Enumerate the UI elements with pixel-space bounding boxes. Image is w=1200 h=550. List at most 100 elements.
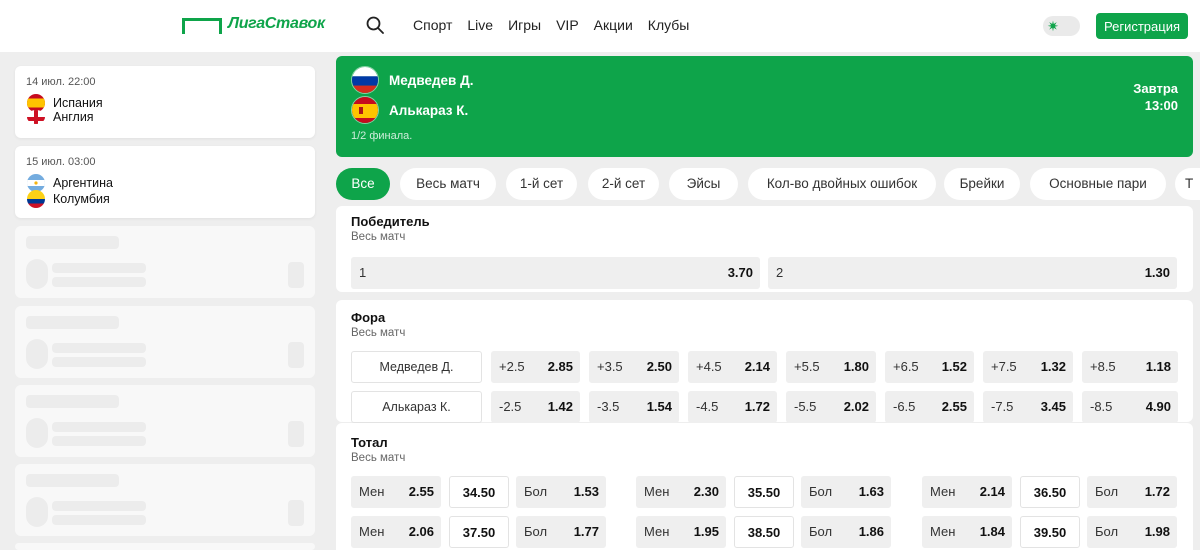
total-line: 35.50 bbox=[734, 476, 794, 508]
sidebar-match-card[interactable]: 15 июл. 03:00 Аргентина Колумбия bbox=[15, 146, 315, 218]
odd-button[interactable]: +3.5 2.50 bbox=[589, 351, 679, 383]
logo-text: ЛигаСтавок bbox=[228, 15, 325, 32]
event-header: Медведев Д. Алькараз К. 1/2 финала. Завт… bbox=[336, 56, 1193, 157]
filter-chip[interactable]: Брейки bbox=[944, 168, 1020, 200]
handicap-player-name: Алькараз К. bbox=[351, 391, 482, 423]
england-flag-icon bbox=[27, 110, 45, 124]
filter-chip[interactable]: Кол-во двойных ошибок bbox=[748, 168, 936, 200]
colombia-flag-icon bbox=[27, 190, 45, 208]
market-winner: Победитель Весь матч 1 3.70 2 1.30 bbox=[336, 206, 1193, 292]
team-name: Англия bbox=[53, 110, 94, 124]
nav-promos[interactable]: Акции bbox=[594, 17, 633, 33]
loading-skeleton bbox=[15, 543, 315, 550]
odd-button[interactable]: -4.5 1.72 bbox=[688, 391, 777, 423]
loading-skeleton bbox=[15, 464, 315, 536]
nav-games[interactable]: Игры bbox=[508, 17, 541, 33]
total-line: 39.50 bbox=[1020, 516, 1080, 548]
odd-button-under[interactable]: Мен 1.84 bbox=[922, 516, 1012, 548]
match-date: 15 июл. 03:00 bbox=[26, 156, 96, 168]
odd-label: 2 bbox=[776, 265, 784, 280]
logo[interactable]: ЛигаСтавок bbox=[182, 15, 325, 34]
tournament-round: 1/2 финала. bbox=[351, 130, 413, 142]
player-row: Медведев Д. bbox=[351, 66, 473, 94]
team-name: Аргентина bbox=[53, 176, 113, 190]
sun-icon: ✷ bbox=[1047, 18, 1059, 34]
market-subtitle: Весь матч bbox=[351, 452, 406, 464]
market-subtitle: Весь матч bbox=[351, 327, 406, 339]
odd-button[interactable]: +5.5 1.80 bbox=[786, 351, 876, 383]
team-row: Колумбия bbox=[27, 190, 110, 208]
market-total: Тотал Весь матч Мен 2.55 34.50 Бол 1.53 Ме… bbox=[336, 423, 1193, 550]
filter-chip[interactable]: 1-й сет bbox=[506, 168, 577, 200]
odd-button-over[interactable]: Бол 1.53 bbox=[516, 476, 606, 508]
market-handicap: Фора Весь матч Медведев Д. +2.5 2.85 +3.5… bbox=[336, 300, 1193, 423]
odd-button[interactable]: 1 3.70 bbox=[351, 257, 760, 289]
filter-chip[interactable]: 2-й сет bbox=[588, 168, 659, 200]
nav-vip[interactable]: VIP bbox=[556, 17, 579, 33]
russia-flag-icon bbox=[351, 66, 379, 94]
odd-button-over[interactable]: Бол 1.98 bbox=[1087, 516, 1177, 548]
player-name: Алькараз К. bbox=[389, 102, 469, 118]
market-title: Победитель bbox=[351, 214, 430, 229]
header: ЛигаСтавок Спорт Live Игры VIP Акции Клу… bbox=[0, 0, 1200, 52]
event-time: Завтра 13:00 bbox=[1133, 80, 1178, 114]
odd-button[interactable]: +2.5 2.85 bbox=[491, 351, 580, 383]
odd-button[interactable]: +8.5 1.18 bbox=[1082, 351, 1178, 383]
odd-button[interactable]: -2.5 1.42 bbox=[491, 391, 580, 423]
theme-toggle[interactable]: ✷ bbox=[1043, 16, 1080, 36]
odd-button-under[interactable]: Мен 2.55 bbox=[351, 476, 441, 508]
odd-button[interactable]: +4.5 2.14 bbox=[688, 351, 777, 383]
spain-flag-icon bbox=[351, 96, 379, 124]
nav-clubs[interactable]: Клубы bbox=[648, 17, 690, 33]
odd-button[interactable]: +7.5 1.32 bbox=[983, 351, 1073, 383]
team-name: Испания bbox=[53, 96, 103, 110]
filter-chip[interactable]: Основные пари bbox=[1030, 168, 1166, 200]
sidebar-match-card[interactable]: 14 июл. 22:00 Испания Англия bbox=[15, 66, 315, 138]
logo-mark-icon bbox=[182, 18, 222, 34]
event-day: Завтра bbox=[1133, 81, 1178, 96]
handicap-player-name: Медведев Д. bbox=[351, 351, 482, 383]
odd-button-under[interactable]: Мен 1.95 bbox=[636, 516, 726, 548]
loading-skeleton bbox=[15, 306, 315, 378]
team-row: Англия bbox=[27, 110, 94, 124]
loading-skeleton bbox=[15, 385, 315, 457]
team-name: Колумбия bbox=[53, 192, 110, 206]
odd-button[interactable]: -3.5 1.54 bbox=[589, 391, 679, 423]
odd-button[interactable]: +6.5 1.52 bbox=[885, 351, 974, 383]
market-filters: Все Весь матч 1-й сет 2-й сет Эйсы Кол-в… bbox=[336, 168, 1200, 200]
odd-button[interactable]: -7.5 3.45 bbox=[983, 391, 1073, 423]
filter-chip[interactable]: Весь матч bbox=[400, 168, 496, 200]
odd-button-over[interactable]: Бол 1.72 bbox=[1087, 476, 1177, 508]
register-button[interactable]: Регистрация bbox=[1096, 13, 1188, 39]
nav-live[interactable]: Live bbox=[467, 17, 493, 33]
player-name: Медведев Д. bbox=[389, 72, 474, 88]
odd-value: 3.70 bbox=[727, 265, 753, 280]
total-line: 34.50 bbox=[449, 476, 509, 508]
odd-button-under[interactable]: Мен 2.06 bbox=[351, 516, 441, 548]
odd-label: 1 bbox=[359, 265, 367, 280]
total-line: 38.50 bbox=[734, 516, 794, 548]
odd-button-over[interactable]: Бол 1.86 bbox=[801, 516, 891, 548]
odd-value: 1.30 bbox=[1144, 265, 1170, 280]
loading-skeleton bbox=[15, 226, 315, 298]
total-line: 37.50 bbox=[449, 516, 509, 548]
filter-chip[interactable]: Т bbox=[1175, 168, 1200, 200]
odd-button[interactable]: -5.5 2.02 bbox=[786, 391, 876, 423]
market-subtitle: Весь матч bbox=[351, 231, 406, 243]
nav-sport[interactable]: Спорт bbox=[413, 17, 452, 33]
total-line: 36.50 bbox=[1020, 476, 1080, 508]
odd-button-under[interactable]: Мен 2.14 bbox=[922, 476, 1012, 508]
market-title: Фора bbox=[351, 310, 386, 325]
odd-button-over[interactable]: Бол 1.63 bbox=[801, 476, 891, 508]
odd-button[interactable]: -8.5 4.90 bbox=[1082, 391, 1178, 423]
search-icon[interactable] bbox=[366, 16, 384, 34]
event-hour: 13:00 bbox=[1144, 98, 1178, 113]
odd-button[interactable]: 2 1.30 bbox=[768, 257, 1177, 289]
player-row: Алькараз К. bbox=[351, 96, 468, 124]
odd-button-over[interactable]: Бол 1.77 bbox=[516, 516, 606, 548]
odd-button-under[interactable]: Мен 2.30 bbox=[636, 476, 726, 508]
filter-chip[interactable]: Эйсы bbox=[669, 168, 738, 200]
main-nav: Спорт Live Игры VIP Акции Клубы bbox=[413, 17, 689, 33]
odd-button[interactable]: -6.5 2.55 bbox=[885, 391, 974, 423]
filter-chip-all[interactable]: Все bbox=[336, 168, 390, 200]
